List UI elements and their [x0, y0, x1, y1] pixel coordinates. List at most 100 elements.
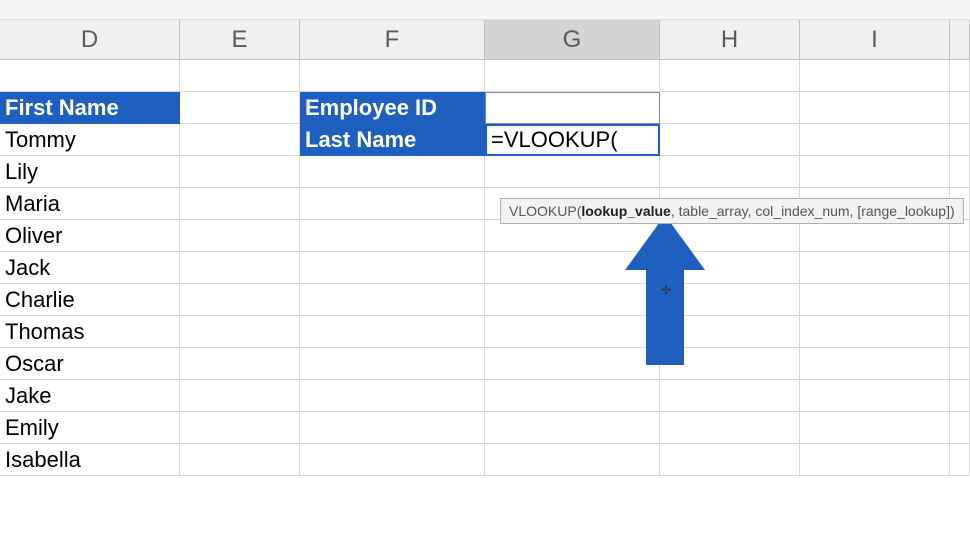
cell-G3-formula[interactable]: =VLOOKUP( — [485, 124, 660, 156]
cell-G1[interactable] — [485, 60, 660, 92]
cell-I1[interactable] — [800, 60, 950, 92]
cell-H13[interactable] — [660, 444, 800, 476]
cell-D6[interactable]: Oliver — [0, 220, 180, 252]
col-header-I[interactable]: I — [800, 20, 950, 59]
cell-G2[interactable] — [485, 92, 660, 124]
cell-E10[interactable] — [180, 348, 300, 380]
row-6: Oliver — [0, 220, 970, 252]
cell-J1[interactable] — [950, 60, 970, 92]
cell-G12[interactable] — [485, 412, 660, 444]
cell-I7[interactable] — [800, 252, 950, 284]
spreadsheet-grid: D E F G H I First Name Employee ID Tommy… — [0, 20, 970, 476]
cell-D7[interactable]: Jack — [0, 252, 180, 284]
tooltip-current-arg: lookup_value — [581, 203, 670, 219]
cell-D11[interactable]: Jake — [0, 380, 180, 412]
cell-F13[interactable] — [300, 444, 485, 476]
cell-cursor-icon: ✢ — [661, 283, 671, 297]
cell-D1[interactable] — [0, 60, 180, 92]
row-3: Tommy Last Name =VLOOKUP( — [0, 124, 970, 156]
cell-I9[interactable] — [800, 316, 950, 348]
cell-D4[interactable]: Lily — [0, 156, 180, 188]
cell-J13[interactable] — [950, 444, 970, 476]
cell-F10[interactable] — [300, 348, 485, 380]
cell-E8[interactable] — [180, 284, 300, 316]
cell-H11[interactable] — [660, 380, 800, 412]
col-header-E[interactable]: E — [180, 20, 300, 59]
tooltip-suffix: , table_array, col_index_num, [range_loo… — [671, 203, 955, 219]
cell-J6[interactable] — [950, 220, 970, 252]
cell-J12[interactable] — [950, 412, 970, 444]
cell-E1[interactable] — [180, 60, 300, 92]
cell-I11[interactable] — [800, 380, 950, 412]
cell-G11[interactable] — [485, 380, 660, 412]
cell-E7[interactable] — [180, 252, 300, 284]
cell-F2-header[interactable]: Employee ID — [300, 92, 485, 124]
col-header-J[interactable] — [950, 20, 970, 59]
cell-H2[interactable] — [660, 92, 800, 124]
cell-G4[interactable] — [485, 156, 660, 188]
cell-E9[interactable] — [180, 316, 300, 348]
cell-G13[interactable] — [485, 444, 660, 476]
row-2: First Name Employee ID — [0, 92, 970, 124]
cell-J8[interactable] — [950, 284, 970, 316]
cell-D8[interactable]: Charlie — [0, 284, 180, 316]
cell-F5[interactable] — [300, 188, 485, 220]
cell-D3[interactable]: Tommy — [0, 124, 180, 156]
cell-E2[interactable] — [180, 92, 300, 124]
cell-I13[interactable] — [800, 444, 950, 476]
cell-D5[interactable]: Maria — [0, 188, 180, 220]
cell-F7[interactable] — [300, 252, 485, 284]
cell-F9[interactable] — [300, 316, 485, 348]
cell-J4[interactable] — [950, 156, 970, 188]
cell-H1[interactable] — [660, 60, 800, 92]
title-bar — [0, 0, 970, 20]
cell-I4[interactable] — [800, 156, 950, 188]
cell-I6[interactable] — [800, 220, 950, 252]
cell-J2[interactable] — [950, 92, 970, 124]
cell-E5[interactable] — [180, 188, 300, 220]
cell-J3[interactable] — [950, 124, 970, 156]
cell-J11[interactable] — [950, 380, 970, 412]
cell-I12[interactable] — [800, 412, 950, 444]
row-11: Jake — [0, 380, 970, 412]
cell-H12[interactable] — [660, 412, 800, 444]
row-8: Charlie — [0, 284, 970, 316]
cell-I8[interactable] — [800, 284, 950, 316]
cell-E3[interactable] — [180, 124, 300, 156]
cell-D10[interactable]: Oscar — [0, 348, 180, 380]
row-1 — [0, 60, 970, 92]
cell-E6[interactable] — [180, 220, 300, 252]
tooltip-prefix: VLOOKUP( — [509, 203, 581, 219]
col-header-H[interactable]: H — [660, 20, 800, 59]
cell-E12[interactable] — [180, 412, 300, 444]
formula-tooltip[interactable]: VLOOKUP(lookup_value, table_array, col_i… — [500, 198, 964, 224]
cell-E4[interactable] — [180, 156, 300, 188]
cell-F8[interactable] — [300, 284, 485, 316]
col-header-G[interactable]: G — [485, 20, 660, 59]
cell-J10[interactable] — [950, 348, 970, 380]
cell-I3[interactable] — [800, 124, 950, 156]
col-header-F[interactable]: F — [300, 20, 485, 59]
cell-F12[interactable] — [300, 412, 485, 444]
cell-I2[interactable] — [800, 92, 950, 124]
cell-D2-header[interactable]: First Name — [0, 92, 180, 124]
cell-E13[interactable] — [180, 444, 300, 476]
cell-F6[interactable] — [300, 220, 485, 252]
column-headers-row: D E F G H I — [0, 20, 970, 60]
cell-F3-header[interactable]: Last Name — [300, 124, 485, 156]
cell-D13[interactable]: Isabella — [0, 444, 180, 476]
cell-F11[interactable] — [300, 380, 485, 412]
cell-H3[interactable] — [660, 124, 800, 156]
cell-I10[interactable] — [800, 348, 950, 380]
cell-J7[interactable] — [950, 252, 970, 284]
row-4: Lily — [0, 156, 970, 188]
col-header-D[interactable]: D — [0, 20, 180, 59]
cell-D12[interactable]: Emily — [0, 412, 180, 444]
cell-E11[interactable] — [180, 380, 300, 412]
cell-J9[interactable] — [950, 316, 970, 348]
cell-F1[interactable] — [300, 60, 485, 92]
row-12: Emily — [0, 412, 970, 444]
cell-D9[interactable]: Thomas — [0, 316, 180, 348]
cell-F4[interactable] — [300, 156, 485, 188]
cell-H4[interactable] — [660, 156, 800, 188]
